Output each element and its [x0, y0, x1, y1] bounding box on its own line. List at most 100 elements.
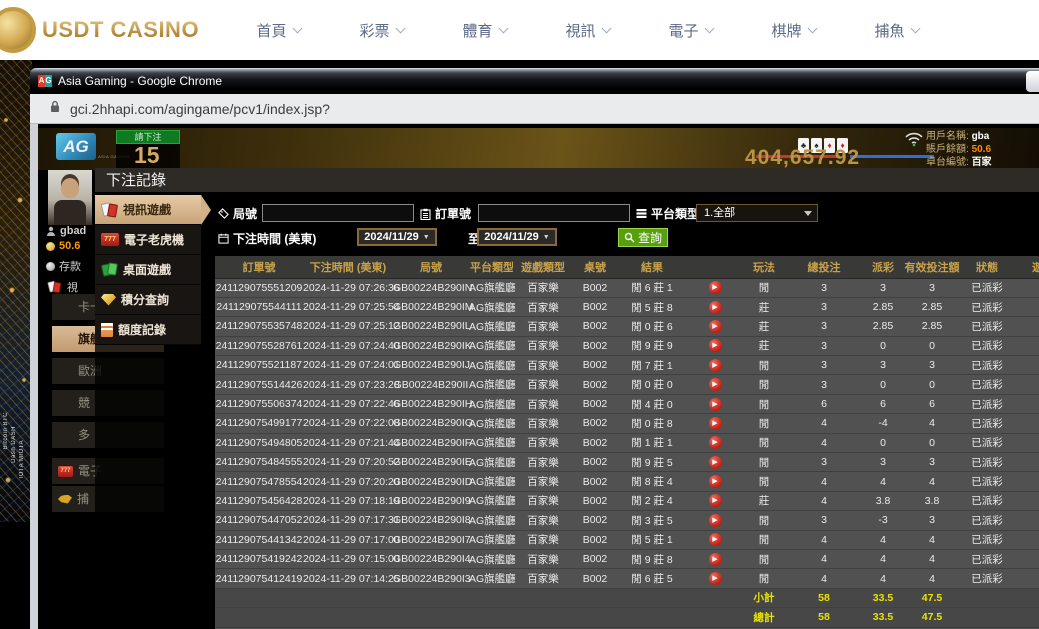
modal-menu-item-3[interactable]: 積分查詢: [95, 285, 201, 315]
cell-replay: ▶: [687, 278, 743, 297]
replay-button[interactable]: ▶: [709, 339, 722, 352]
magnifier-icon: [624, 232, 635, 243]
bet-records-area: 訂單號下注時間 (美東)局號平台類型遊戲類型桌號結果玩法總投注派彩有效投注額狀態…: [215, 256, 1039, 629]
chevron-down-icon: [910, 23, 920, 33]
nav-item-1[interactable]: 彩票: [330, 20, 433, 41]
cell-game: [1013, 356, 1039, 375]
window-titlebar[interactable]: AG Asia Gaming - Google Chrome: [30, 68, 1039, 94]
logo-coin-icon: [0, 7, 36, 53]
replay-button[interactable]: ▶: [709, 494, 722, 507]
column-header: 下注時間 (美東): [303, 256, 393, 278]
cell-time: 2024-11-29 07:22:46: [303, 394, 393, 413]
cell-round: GB00224B290ID: [393, 472, 469, 491]
nav-item-5[interactable]: 棋牌: [742, 20, 845, 41]
replay-button[interactable]: ▶: [709, 398, 722, 411]
jackpot-amount: 404,657.92: [745, 146, 860, 170]
player-bar: [850, 155, 934, 158]
cell-table-no: B002: [573, 569, 617, 588]
cell-play: 閒: [743, 530, 785, 549]
date-to-select[interactable]: 2024/11/29▼: [477, 228, 557, 246]
cell-table-no: B002: [573, 491, 617, 510]
cell-platform: AG旗艦廳: [469, 394, 513, 413]
ag-favicon-icon: AG: [38, 74, 52, 88]
nav-item-label: 體育: [463, 20, 493, 41]
replay-button[interactable]: ▶: [709, 281, 722, 294]
cell-status: 已派彩: [961, 549, 1013, 568]
cell-round: GB00224B290IG: [393, 414, 469, 433]
modal-menu-item-1[interactable]: 777電子老虎機: [95, 225, 201, 255]
cell-round: GB00224B290I3: [393, 569, 469, 588]
cell-platform: AG旗艦廳: [469, 511, 513, 530]
nav-item-3[interactable]: 視訊: [536, 20, 639, 41]
cell-payout: 2.85: [863, 297, 903, 316]
cell-round: GB00224B290I4: [393, 549, 469, 568]
search-button[interactable]: 查詢: [618, 228, 668, 247]
column-header: 有效投注額: [903, 256, 961, 278]
address-bar[interactable]: gci.2hhapi.com/agingame/pcv1/index.jsp?: [30, 94, 1039, 124]
cell-game-type: 百家樂: [513, 549, 573, 568]
subtotal-row: 小計5833.547.5: [215, 588, 1039, 607]
replay-button[interactable]: ▶: [709, 456, 722, 469]
replay-button[interactable]: ▶: [709, 475, 722, 488]
column-header: 派彩: [863, 256, 903, 278]
replay-button[interactable]: ▶: [709, 553, 722, 566]
cell-time: 2024-11-29 07:25:12: [303, 317, 393, 336]
cell-status: 已派彩: [961, 453, 1013, 472]
nav-item-0[interactable]: 首頁: [227, 20, 330, 41]
replay-button[interactable]: ▶: [709, 378, 722, 391]
cell-table-no: B002: [573, 297, 617, 316]
cell-platform: AG旗艦廳: [469, 297, 513, 316]
subtotal-total-bet: 58: [785, 588, 863, 607]
balance-label: 賬戶餘額:: [926, 144, 969, 155]
replay-button[interactable]: ▶: [709, 436, 722, 449]
deposit-button[interactable]: 存款: [46, 258, 81, 274]
lobby-balance: 50.6: [46, 240, 80, 252]
cell-status: 已派彩: [961, 375, 1013, 394]
table-row: 2411290755512092024-11-29 07:26:36GB0022…: [215, 278, 1039, 297]
replay-button[interactable]: ▶: [709, 359, 722, 372]
tag-icon: [218, 208, 229, 219]
modal-menu-item-0[interactable]: 視訊遊戲: [95, 195, 201, 225]
column-header: [687, 256, 743, 278]
cell-platform: AG旗艦廳: [469, 317, 513, 336]
cell-game: [1013, 472, 1039, 491]
cell-platform: AG旗艦廳: [469, 530, 513, 549]
replay-button[interactable]: ▶: [709, 320, 722, 333]
cell-round: GB00224B290I8: [393, 511, 469, 530]
lobby-video-item[interactable]: 視: [46, 279, 78, 295]
order-input[interactable]: [478, 204, 630, 222]
nav-item-4[interactable]: 電子: [639, 20, 742, 41]
cell-payout: 3: [863, 453, 903, 472]
replay-button[interactable]: ▶: [709, 417, 722, 430]
cell-total-bet: 4: [785, 491, 863, 510]
modal-menu-label: 視訊遊戲: [123, 201, 171, 218]
platform-select[interactable]: 1.全部: [696, 204, 818, 222]
cell-valid-bet: 0: [903, 375, 961, 394]
caret-down-icon: ▼: [543, 234, 550, 241]
modal-menu-item-2[interactable]: 桌面遊戲: [95, 255, 201, 285]
replay-button[interactable]: ▶: [709, 514, 722, 527]
column-header: 總投注: [785, 256, 863, 278]
cell-time: 2024-11-29 07:24:01: [303, 356, 393, 375]
cell-game-type: 百家樂: [513, 297, 573, 316]
replay-button[interactable]: ▶: [709, 533, 722, 546]
cell-status: 已派彩: [961, 472, 1013, 491]
cell-order: 241129075447052: [215, 511, 303, 530]
close-button[interactable]: [1026, 71, 1039, 92]
cell-round: GB00224B290IN: [393, 278, 469, 297]
cell-total-bet: 3: [785, 453, 863, 472]
cell-valid-bet: 4: [903, 530, 961, 549]
replay-button[interactable]: ▶: [709, 572, 722, 585]
nav-item-6[interactable]: 捕魚: [845, 20, 948, 41]
chevron-down-icon: [704, 23, 714, 33]
round-input[interactable]: [262, 204, 414, 222]
cell-table-no: B002: [573, 394, 617, 413]
date-from-select[interactable]: 2024/11/29▼: [357, 228, 437, 246]
nav-item-2[interactable]: 體育: [433, 20, 536, 41]
cell-total-bet: 3: [785, 375, 863, 394]
cell-valid-bet: 3: [903, 453, 961, 472]
modal-menu-item-4[interactable]: 額度記錄: [95, 315, 201, 345]
cell-result: 閒 0 莊 6: [617, 317, 687, 336]
replay-button[interactable]: ▶: [709, 301, 722, 314]
table-row: 2411290754564282024-11-29 07:18:19GB0022…: [215, 491, 1039, 510]
